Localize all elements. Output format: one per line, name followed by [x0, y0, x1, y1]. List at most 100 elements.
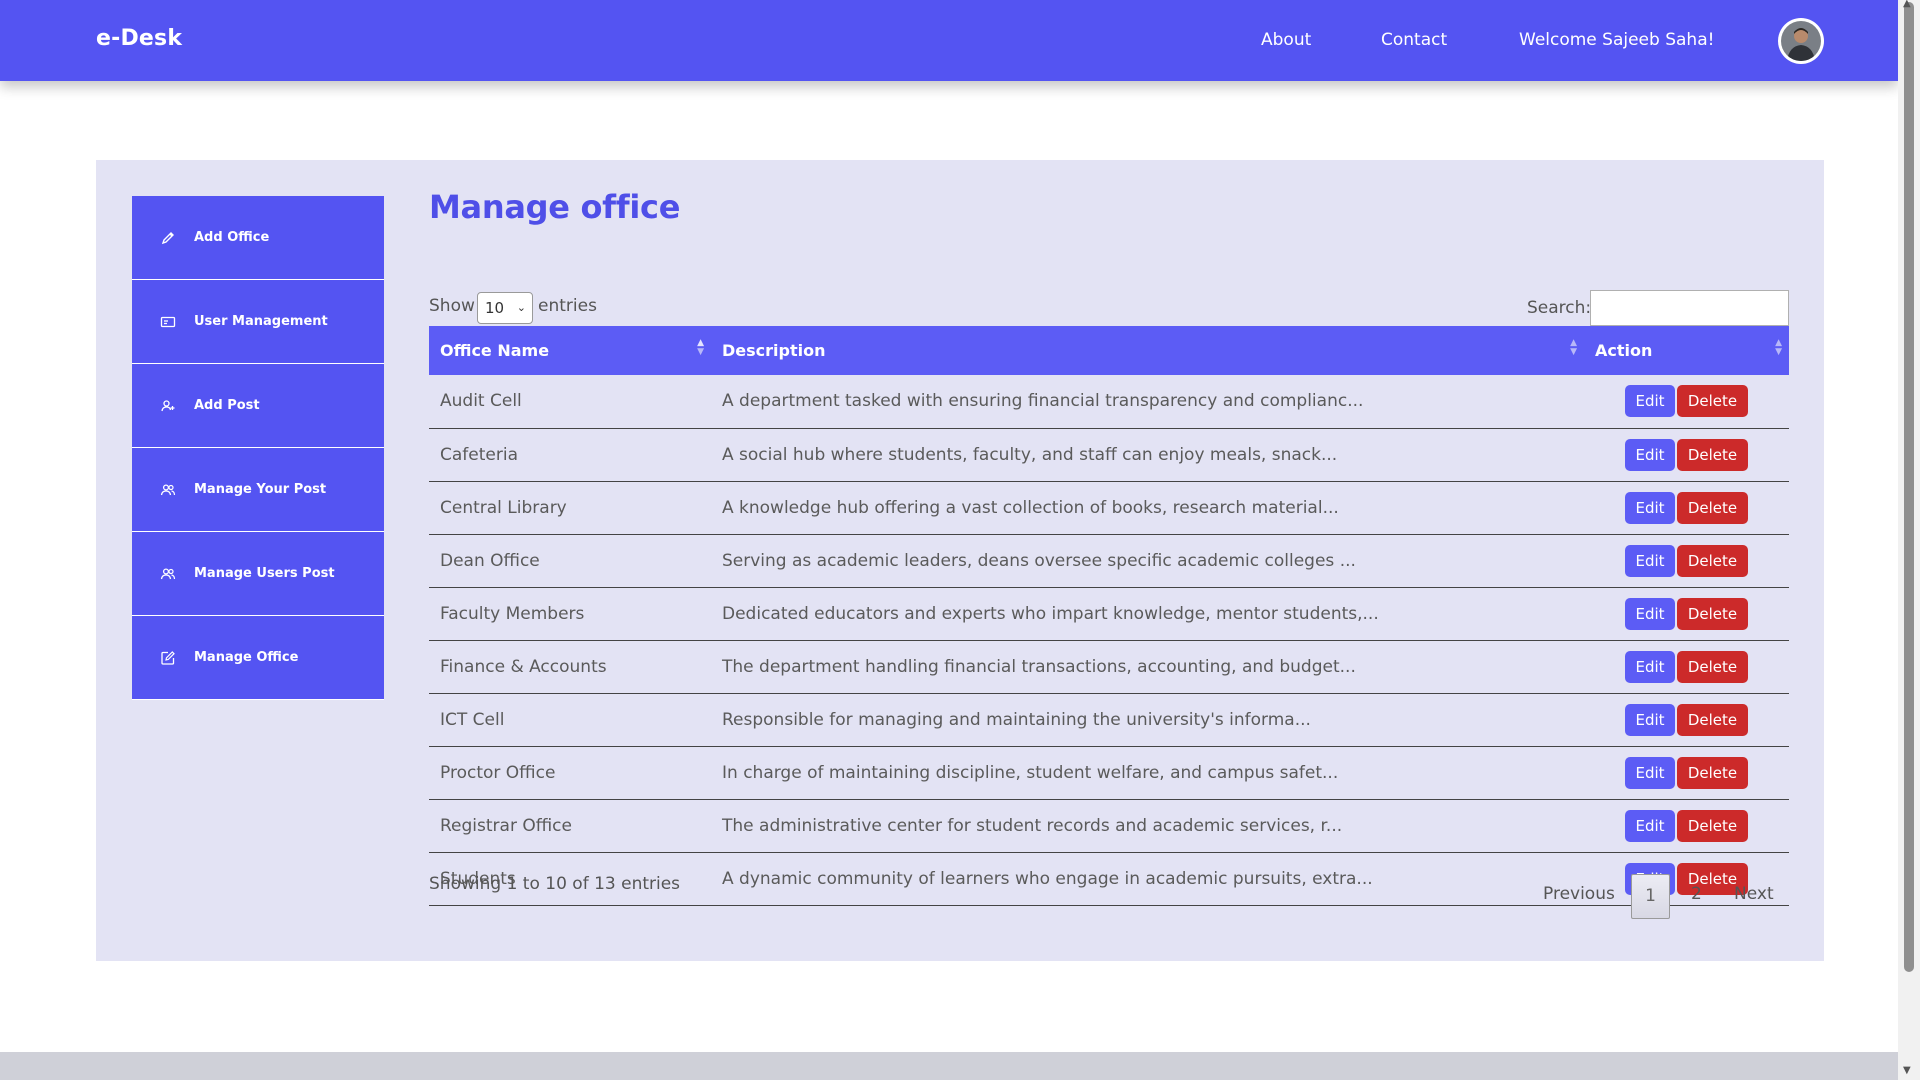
welcome-text: Welcome Sajeeb Saha!: [1519, 30, 1715, 50]
delete-button[interactable]: Delete: [1677, 597, 1748, 630]
delete-button[interactable]: Delete: [1677, 544, 1748, 577]
delete-button[interactable]: Delete: [1677, 491, 1748, 524]
main-panel: Add Office User Management Add Post Mana…: [96, 160, 1824, 961]
edit-square-icon: [160, 650, 176, 666]
action-cell: EditDelete: [1584, 481, 1789, 534]
column-header-action[interactable]: Action ▲ ▼: [1584, 326, 1789, 375]
sidebar-item-user-management[interactable]: User Management: [132, 280, 384, 364]
chevron-down-icon: ⌄: [516, 301, 526, 314]
edit-button[interactable]: Edit: [1625, 491, 1675, 524]
user-plus-icon: [160, 398, 176, 414]
pagination-previous[interactable]: Previous: [1543, 884, 1615, 904]
delete-button[interactable]: Delete: [1677, 385, 1748, 418]
column-header-label: Action: [1595, 341, 1653, 360]
table-row: Registrar Office The administrative cente…: [429, 799, 1789, 852]
table-row: Audit Cell A department tasked with ensur…: [429, 375, 1789, 428]
description-cell: A knowledge hub offering a vast collecti…: [722, 497, 1339, 518]
action-cell: EditDelete: [1584, 693, 1789, 746]
pagination-next[interactable]: Next: [1734, 884, 1774, 904]
office-name-cell: Dean Office: [440, 550, 540, 571]
brand-logo[interactable]: e-Desk: [96, 26, 182, 51]
office-name-cell: Proctor Office: [440, 762, 556, 783]
edit-button[interactable]: Edit: [1625, 385, 1675, 418]
id-card-icon: [160, 314, 176, 330]
table-row: Dean Office Serving as academic leaders, …: [429, 534, 1789, 587]
content-area: Manage office Show 10 ⌄ entries Search: …: [429, 188, 1789, 919]
table-controls: Show 10 ⌄ entries Search:: [429, 290, 1789, 326]
delete-button[interactable]: Delete: [1677, 809, 1748, 842]
footer: [0, 1052, 1898, 1080]
sort-icon: ▲ ▼: [1775, 338, 1782, 357]
description-cell: Dedicated educators and experts who impa…: [722, 603, 1379, 624]
column-header-office-name[interactable]: Office Name ▲ ▼: [429, 326, 711, 375]
description-cell: The administrative center for student re…: [722, 815, 1343, 836]
description-cell: The department handling financial transa…: [722, 656, 1356, 677]
edit-button[interactable]: Edit: [1625, 756, 1675, 789]
delete-button[interactable]: Delete: [1677, 756, 1748, 789]
office-name-cell: Registrar Office: [440, 815, 572, 836]
action-cell: EditDelete: [1584, 534, 1789, 587]
table-header-row: Office Name ▲ ▼ Description ▲ ▼ Action ▲ ▼: [429, 326, 1789, 375]
sidebar-item-label: Manage Your Post: [194, 482, 327, 497]
sidebar-item-label: Manage Office: [194, 650, 299, 665]
sidebar-item-add-office[interactable]: Add Office: [132, 196, 384, 280]
action-cell: EditDelete: [1584, 799, 1789, 852]
show-label: Show: [429, 296, 475, 316]
sidebar-item-label: Add Post: [194, 398, 260, 413]
sidebar-item-label: Add Office: [194, 230, 270, 245]
scroll-up-arrow-icon[interactable]: ▲: [1903, 0, 1911, 9]
action-cell: EditDelete: [1584, 375, 1789, 428]
nav-contact-link[interactable]: Contact: [1381, 30, 1447, 50]
table-row: Central Library A knowledge hub offering …: [429, 481, 1789, 534]
office-name-cell: Central Library: [440, 497, 567, 518]
pencil-icon: [160, 230, 176, 246]
scroll-down-arrow-icon[interactable]: ▼: [1903, 1065, 1911, 1076]
page-length-select[interactable]: 10 ⌄: [477, 292, 533, 324]
description-cell: Serving as academic leaders, deans overs…: [722, 550, 1356, 571]
users-icon: [160, 566, 176, 582]
search-input[interactable]: [1590, 290, 1789, 326]
sidebar-item-manage-users-post[interactable]: Manage Users Post: [132, 532, 384, 616]
table-row: Finance & Accounts The department handlin…: [429, 640, 1789, 693]
table-body: Audit Cell A department tasked with ensur…: [429, 375, 1789, 905]
table-info: Showing 1 to 10 of 13 entries: [429, 874, 681, 894]
description-cell: A department tasked with ensuring financ…: [722, 391, 1364, 412]
sidebar-item-manage-office[interactable]: Manage Office: [132, 616, 384, 700]
edit-button[interactable]: Edit: [1625, 597, 1675, 630]
column-header-label: Office Name: [440, 341, 550, 360]
action-cell: EditDelete: [1584, 746, 1789, 799]
description-cell: A dynamic community of learners who enga…: [722, 868, 1373, 889]
edit-button[interactable]: Edit: [1625, 544, 1675, 577]
description-cell: Responsible for managing and maintaining…: [722, 709, 1311, 730]
office-table: Office Name ▲ ▼ Description ▲ ▼ Action ▲ ▼ …: [429, 326, 1789, 906]
entries-label: entries: [538, 296, 597, 316]
pagination-page-2[interactable]: 2: [1691, 884, 1702, 904]
edit-button[interactable]: Edit: [1625, 438, 1675, 471]
sort-icon: ▲ ▼: [697, 338, 704, 357]
delete-button[interactable]: Delete: [1677, 650, 1748, 683]
column-header-description[interactable]: Description ▲ ▼: [711, 326, 1584, 375]
sidebar-item-label: User Management: [194, 314, 328, 329]
pagination-page-1[interactable]: 1: [1631, 874, 1670, 919]
edit-button[interactable]: Edit: [1625, 809, 1675, 842]
office-name-cell: Faculty Members: [440, 603, 585, 624]
description-cell: In charge of maintaining discipline, stu…: [722, 762, 1339, 783]
page-length-value: 10: [485, 299, 505, 317]
office-name-cell: Cafeteria: [440, 444, 518, 465]
page-title: Manage office: [429, 188, 681, 226]
sidebar-item-add-post[interactable]: Add Post: [132, 364, 384, 448]
sidebar-item-manage-your-post[interactable]: Manage Your Post: [132, 448, 384, 532]
avatar-photo-icon: [1781, 21, 1821, 61]
scrollbar-thumb[interactable]: [1904, 2, 1914, 972]
nav-about-link[interactable]: About: [1261, 30, 1311, 50]
delete-button[interactable]: Delete: [1677, 438, 1748, 471]
users-icon: [160, 482, 176, 498]
edit-button[interactable]: Edit: [1625, 703, 1675, 736]
delete-button[interactable]: Delete: [1677, 703, 1748, 736]
description-cell: A social hub where students, faculty, an…: [722, 444, 1338, 465]
edit-button[interactable]: Edit: [1625, 650, 1675, 683]
office-name-cell: Audit Cell: [440, 391, 522, 412]
search-label: Search:: [1527, 298, 1592, 318]
table-row: Proctor Office In charge of maintaining d…: [429, 746, 1789, 799]
user-avatar[interactable]: [1778, 18, 1824, 64]
